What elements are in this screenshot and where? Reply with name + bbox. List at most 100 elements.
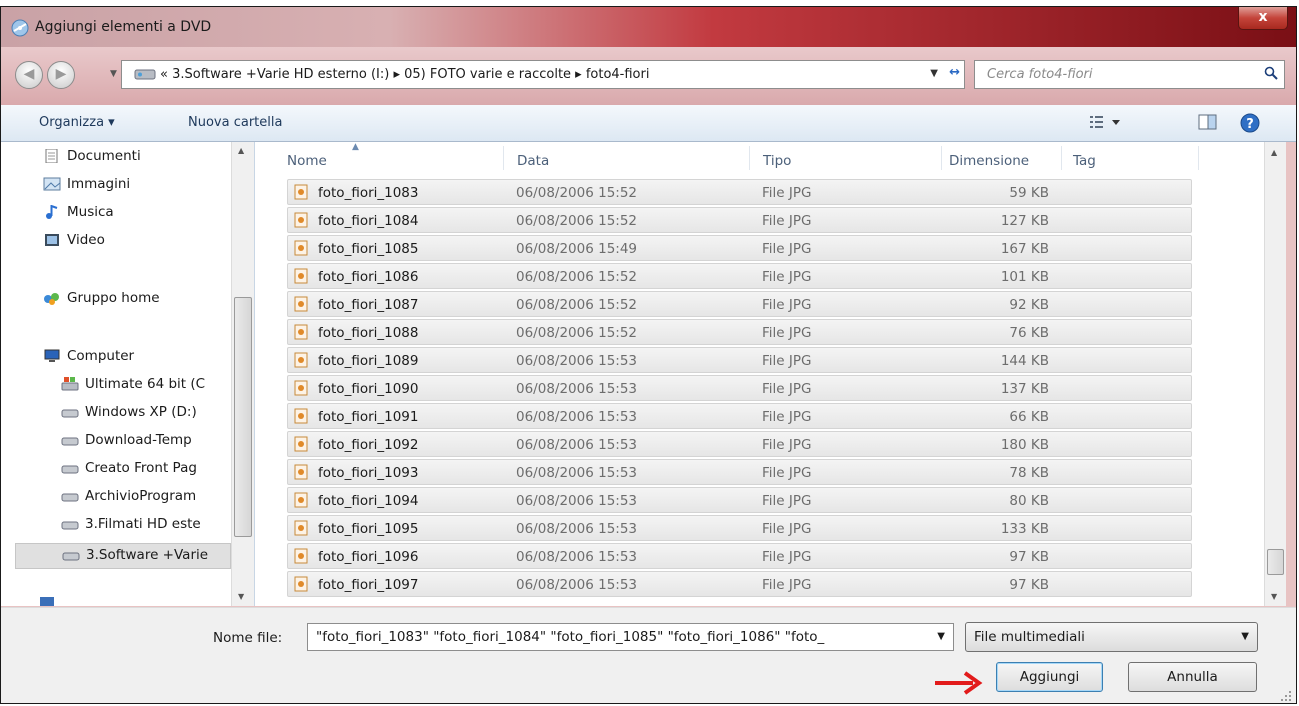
file-size: 167 KB <box>1000 241 1049 257</box>
file-size: 137 KB <box>1000 381 1049 397</box>
address-dropdown-icon[interactable]: ▼ <box>930 68 938 79</box>
preview-pane-icon[interactable] <box>1197 113 1219 131</box>
red-arrow-annotation-icon <box>935 671 983 695</box>
add-button[interactable]: Aggiungi <box>996 662 1103 692</box>
file-date: 06/08/2006 15:53 <box>516 493 638 509</box>
jpg-file-icon <box>294 240 308 256</box>
jpg-file-icon <box>294 296 308 312</box>
back-button[interactable]: ◀ <box>15 61 43 89</box>
table-row[interactable]: foto_fiori_1090 06/08/2006 15:53 File JPG 1… <box>287 375 1192 401</box>
file-scrollbar[interactable]: ▲ ▼ <box>1264 142 1286 606</box>
file-type: File JPG <box>762 185 812 201</box>
refresh-icon[interactable]: ↔ <box>949 65 960 80</box>
scroll-down-icon[interactable]: ▼ <box>238 592 244 601</box>
file-date: 06/08/2006 15:52 <box>516 213 638 229</box>
breadcrumb[interactable]: « 3.Software +Varie HD esterno (I:) ▸ 05… <box>121 60 965 89</box>
table-row[interactable]: foto_fiori_1093 06/08/2006 15:53 File JPG 7… <box>287 459 1192 485</box>
file-type: File JPG <box>762 269 812 285</box>
filename-input[interactable]: "foto_fiori_1083" "foto_fiori_1084" "fot… <box>307 623 954 651</box>
column-separator[interactable] <box>1061 146 1062 170</box>
table-row[interactable]: foto_fiori_1092 06/08/2006 15:53 File JPG 1… <box>287 431 1192 457</box>
cancel-button[interactable]: Annulla <box>1128 662 1257 692</box>
scroll-up-icon[interactable]: ▲ <box>1271 148 1277 157</box>
new-folder-button[interactable]: Nuova cartella <box>188 115 282 130</box>
title-bar[interactable]: Aggiungi elementi a DVD x <box>1 7 1296 47</box>
chevron-down-icon[interactable]: ▼ <box>937 631 945 642</box>
file-type-select[interactable]: File multimediali ▼ <box>965 622 1258 652</box>
file-scrollbar-thumb[interactable] <box>1267 549 1284 575</box>
column-size[interactable]: Dimensione <box>949 153 1029 169</box>
file-date: 06/08/2006 15:53 <box>516 353 638 369</box>
column-type[interactable]: Tipo <box>763 153 791 169</box>
table-row[interactable]: foto_fiori_1091 06/08/2006 15:53 File JPG 6… <box>287 403 1192 429</box>
table-row[interactable]: foto_fiori_1086 06/08/2006 15:52 File JPG 1… <box>287 263 1192 289</box>
table-row[interactable]: foto_fiori_1097 06/08/2006 15:53 File JPG 9… <box>287 571 1192 597</box>
svg-text:?: ? <box>1246 117 1254 132</box>
help-icon[interactable]: ? <box>1240 113 1260 133</box>
table-row[interactable]: foto_fiori_1089 06/08/2006 15:53 File JPG 1… <box>287 347 1192 373</box>
column-header: ▲ Nome Data Tipo Dimensione Tag <box>255 142 1286 176</box>
search-icon[interactable] <box>1264 66 1278 80</box>
file-type: File JPG <box>762 409 812 425</box>
column-separator[interactable] <box>1198 146 1199 170</box>
table-row[interactable]: foto_fiori_1088 06/08/2006 15:52 File JPG 7… <box>287 319 1192 345</box>
table-row[interactable]: foto_fiori_1094 06/08/2006 15:53 File JPG 8… <box>287 487 1192 513</box>
table-row[interactable]: foto_fiori_1095 06/08/2006 15:53 File JPG 1… <box>287 515 1192 541</box>
file-size: 59 KB <box>1009 185 1049 201</box>
file-size: 80 KB <box>1009 493 1049 509</box>
homegroup-icon <box>44 293 59 305</box>
table-row[interactable]: foto_fiori_1083 06/08/2006 15:52 File JPG 5… <box>287 179 1192 205</box>
file-type: File JPG <box>762 381 812 397</box>
drive-icon <box>61 493 79 502</box>
close-button[interactable]: x <box>1238 7 1288 30</box>
column-tag[interactable]: Tag <box>1073 153 1096 169</box>
file-name: foto_fiori_1097 <box>318 577 419 593</box>
address-bar: ◀ ▶ ▼ « 3.Software +Varie HD esterno (I:… <box>1 47 1296 105</box>
jpg-file-icon <box>294 492 308 508</box>
column-name[interactable]: Nome <box>287 153 327 169</box>
organize-button[interactable]: Organizza ▾ <box>39 115 115 130</box>
chevron-down-icon[interactable]: ▼ <box>1241 631 1249 642</box>
file-size: 66 KB <box>1009 409 1049 425</box>
table-row[interactable]: foto_fiori_1087 06/08/2006 15:52 File JPG 9… <box>287 291 1192 317</box>
nav-scrollbar-thumb[interactable] <box>234 297 252 537</box>
resize-grip-icon[interactable] <box>1280 690 1292 702</box>
column-separator[interactable] <box>503 146 504 170</box>
nav-scrollbar[interactable]: ▲ ▼ <box>231 142 254 606</box>
view-options-icon[interactable] <box>1088 113 1124 131</box>
command-toolbar: Organizza ▾ Nuova cartella ? <box>1 105 1296 142</box>
file-type-value: File multimediali <box>974 629 1085 645</box>
file-type: File JPG <box>762 465 812 481</box>
file-size: 76 KB <box>1009 325 1049 341</box>
file-name: foto_fiori_1093 <box>318 465 419 481</box>
jpg-file-icon <box>294 324 308 340</box>
column-separator[interactable] <box>941 146 942 170</box>
drive-icon <box>61 521 79 530</box>
forward-button[interactable]: ▶ <box>47 61 75 89</box>
search-input[interactable]: Cerca foto4-fiori <box>974 60 1285 89</box>
jpg-file-icon <box>294 212 308 228</box>
column-separator[interactable] <box>749 146 750 170</box>
file-list-pane: ▲ Nome Data Tipo Dimensione Tag foto_fio… <box>255 142 1286 606</box>
scroll-down-icon[interactable]: ▼ <box>1271 592 1277 601</box>
file-date: 06/08/2006 15:53 <box>516 465 638 481</box>
file-type: File JPG <box>762 549 812 565</box>
breadcrumb-path[interactable]: « 3.Software +Varie HD esterno (I:) ▸ 05… <box>160 67 649 82</box>
file-type: File JPG <box>762 493 812 509</box>
file-date: 06/08/2006 15:53 <box>516 549 638 565</box>
file-date: 06/08/2006 15:52 <box>516 185 638 201</box>
table-row[interactable]: foto_fiori_1084 06/08/2006 15:52 File JPG 1… <box>287 207 1192 233</box>
file-date: 06/08/2006 15:53 <box>516 381 638 397</box>
recent-pages-dropdown-icon[interactable]: ▼ <box>110 69 117 79</box>
table-row[interactable]: foto_fiori_1085 06/08/2006 15:49 File JPG 1… <box>287 235 1192 261</box>
table-row[interactable]: foto_fiori_1096 06/08/2006 15:53 File JPG 9… <box>287 543 1192 569</box>
column-date[interactable]: Data <box>517 153 549 169</box>
nav-item-software-selected[interactable]: 3.Software +Varie <box>15 543 231 569</box>
file-date: 06/08/2006 15:53 <box>516 409 638 425</box>
music-icon <box>46 205 58 219</box>
scroll-up-icon[interactable]: ▲ <box>238 146 244 155</box>
filename-value[interactable]: "foto_fiori_1083" "foto_fiori_1084" "fot… <box>316 629 926 645</box>
dvd-app-icon <box>11 19 29 37</box>
file-size: 127 KB <box>1000 213 1049 229</box>
file-type: File JPG <box>762 577 812 593</box>
